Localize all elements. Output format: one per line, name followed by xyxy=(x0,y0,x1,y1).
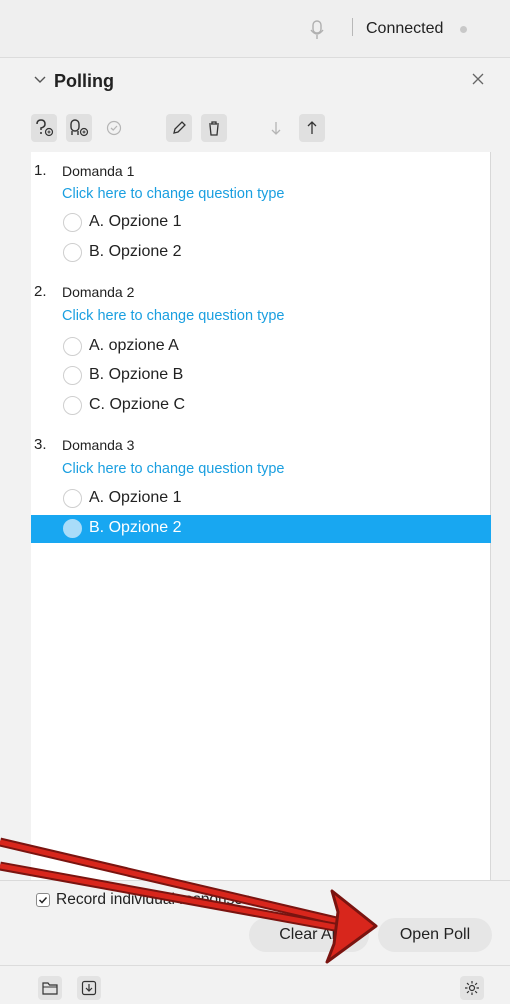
edit-icon xyxy=(173,121,186,134)
option-row[interactable]: A. Opzione 1 xyxy=(31,485,491,513)
edit-button[interactable] xyxy=(166,114,192,142)
move-down-button[interactable] xyxy=(263,114,289,142)
bottom-toolbar xyxy=(0,965,510,1004)
checkmark-icon xyxy=(38,896,48,904)
connection-status: Connected xyxy=(366,20,444,37)
connection-indicator xyxy=(460,26,467,33)
question-text[interactable]: Domanda 3 xyxy=(62,437,134,453)
panel-header: Polling xyxy=(0,59,510,104)
add-answer-button[interactable] xyxy=(66,114,92,142)
status-bar: Connected xyxy=(0,0,510,58)
add-question-button[interactable] xyxy=(31,114,57,142)
radio-button[interactable] xyxy=(63,366,82,385)
move-down-icon xyxy=(271,122,281,135)
option-label: B. Opzione 2 xyxy=(89,243,182,260)
record-responses-checkbox[interactable] xyxy=(36,893,50,907)
option-row[interactable]: B. Opzione 2 xyxy=(31,239,491,267)
delete-button[interactable] xyxy=(201,114,227,142)
polling-window: Connected Polling 1. Domanda 1 Click her… xyxy=(0,0,510,1004)
question-list: 1. Domanda 1 Click here to change questi… xyxy=(31,152,491,880)
option-row[interactable]: A. Opzione 1 xyxy=(31,209,491,237)
option-row[interactable]: A. opzione A xyxy=(31,333,491,361)
delete-icon xyxy=(209,121,219,136)
option-label: A. Opzione 1 xyxy=(89,213,182,230)
option-row-selected[interactable]: B. Opzione 2 xyxy=(31,515,491,543)
change-question-type-link[interactable]: Click here to change question type xyxy=(62,186,284,202)
folder-icon xyxy=(42,982,58,995)
add-question-icon xyxy=(36,119,54,137)
radio-button[interactable] xyxy=(63,396,82,415)
change-question-type-link[interactable]: Click here to change question type xyxy=(62,308,284,324)
move-up-button[interactable] xyxy=(299,114,325,142)
download-icon xyxy=(81,980,97,996)
microphone-icon[interactable] xyxy=(309,20,325,40)
option-row[interactable]: C. Opzione C xyxy=(31,392,491,420)
record-responses-label: Record individual responses xyxy=(56,891,251,908)
question-text[interactable]: Domanda 2 xyxy=(62,284,134,300)
open-folder-button[interactable] xyxy=(38,976,62,1000)
question-text[interactable]: Domanda 1 xyxy=(62,163,134,179)
question-number: 3. xyxy=(34,436,47,453)
option-label: C. Opzione C xyxy=(89,396,186,413)
check-icon xyxy=(106,120,122,136)
radio-button[interactable] xyxy=(63,243,82,262)
chevron-down-icon[interactable] xyxy=(33,73,47,87)
option-label: B. Opzione 2 xyxy=(89,519,182,536)
option-label: B. Opzione B xyxy=(89,366,184,383)
add-answer-icon xyxy=(70,119,89,137)
import-button[interactable] xyxy=(77,976,101,1000)
question-number: 2. xyxy=(34,283,47,300)
radio-button[interactable] xyxy=(63,213,82,232)
radio-button[interactable] xyxy=(63,337,82,356)
gear-icon xyxy=(465,981,479,995)
option-label: A. Opzione 1 xyxy=(89,489,182,506)
panel-title: Polling xyxy=(54,71,114,91)
change-question-type-link[interactable]: Click here to change question type xyxy=(62,461,284,477)
open-poll-button[interactable]: Open Poll xyxy=(378,918,492,952)
clear-all-button[interactable]: Clear All xyxy=(249,918,369,952)
status-separator xyxy=(352,18,353,36)
radio-button[interactable] xyxy=(63,519,82,538)
question-number: 1. xyxy=(34,162,47,179)
move-up-icon xyxy=(307,121,317,134)
radio-button[interactable] xyxy=(63,489,82,508)
option-label: A. opzione A xyxy=(89,337,179,354)
check-button[interactable] xyxy=(101,114,127,142)
settings-button[interactable] xyxy=(460,976,484,1000)
close-icon[interactable] xyxy=(470,71,486,87)
option-row[interactable]: B. Opzione B xyxy=(31,362,491,390)
panel-footer: Record individual responses Clear All Op… xyxy=(0,880,510,1004)
